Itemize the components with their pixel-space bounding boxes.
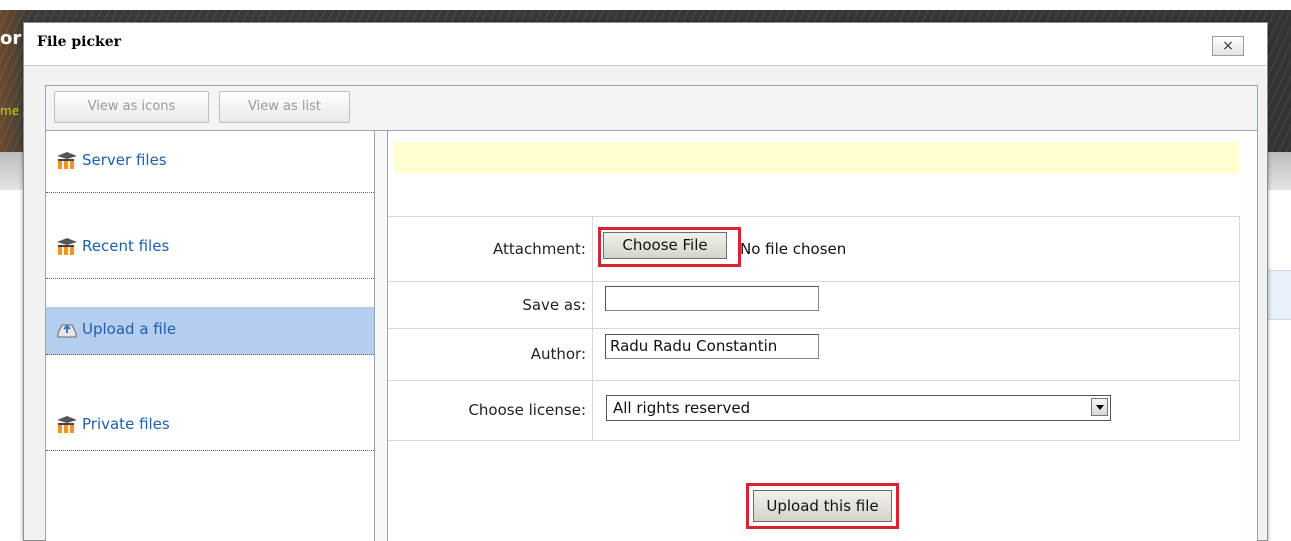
repository-sidebar: Server files Recent files Upload a file (46, 131, 375, 541)
save-as-input[interactable] (605, 286, 819, 311)
author-label: Author: (530, 345, 586, 363)
save-as-label: Save as: (522, 296, 586, 314)
moodle-icon (57, 238, 77, 255)
sidebar-item-label: Recent files (82, 237, 170, 255)
close-button[interactable]: × (1212, 36, 1244, 56)
file-picker-body: View as icons View as list Server files (45, 85, 1258, 541)
moodle-icon (57, 152, 77, 169)
dialog-title: File picker (37, 34, 121, 50)
form-row-divider (388, 281, 1239, 282)
license-selected-value: All rights reserved (613, 399, 751, 417)
view-as-icons-button[interactable]: View as icons (54, 91, 209, 123)
background-link-fragment: me (0, 104, 20, 118)
view-as-list-button[interactable]: View as list (219, 91, 350, 123)
choose-file-button[interactable]: Choose File (603, 232, 727, 259)
form-row-divider (388, 380, 1239, 381)
file-picker-dialog: File picker × View as icons View as list… (23, 22, 1268, 541)
dialog-header: File picker × (24, 23, 1267, 66)
attachment-label: Attachment: (493, 240, 586, 258)
sidebar-item-private-files[interactable]: Private files (46, 389, 374, 451)
upload-panel: Attachment: Save as: Author: Choose lice… (387, 131, 1257, 541)
upload-icon (57, 324, 77, 338)
form-row-divider (388, 328, 1239, 329)
chevron-down-icon (1091, 398, 1108, 416)
sidebar-item-label: Private files (82, 415, 170, 433)
sidebar-item-recent-files[interactable]: Recent files (46, 217, 374, 279)
moodle-icon (57, 416, 77, 433)
view-toolbar: View as icons View as list (46, 86, 1257, 131)
sidebar-item-server-files[interactable]: Server files (46, 131, 374, 193)
sidebar-item-label: Upload a file (82, 320, 177, 338)
sidebar-item-label: Server files (82, 151, 167, 169)
upload-file-button[interactable]: Upload this file (753, 490, 892, 522)
no-file-chosen-text: No file chosen (740, 240, 847, 258)
close-icon: × (1222, 38, 1234, 54)
author-input[interactable]: Radu Radu Constantin (605, 334, 819, 359)
message-bar (394, 142, 1239, 173)
sidebar-item-upload-a-file[interactable]: Upload a file (46, 307, 374, 355)
license-label: Choose license: (468, 401, 586, 419)
sidebar-gutter (375, 131, 387, 541)
background-title-fragment: or (0, 28, 22, 49)
license-select[interactable]: All rights reserved (606, 395, 1111, 421)
